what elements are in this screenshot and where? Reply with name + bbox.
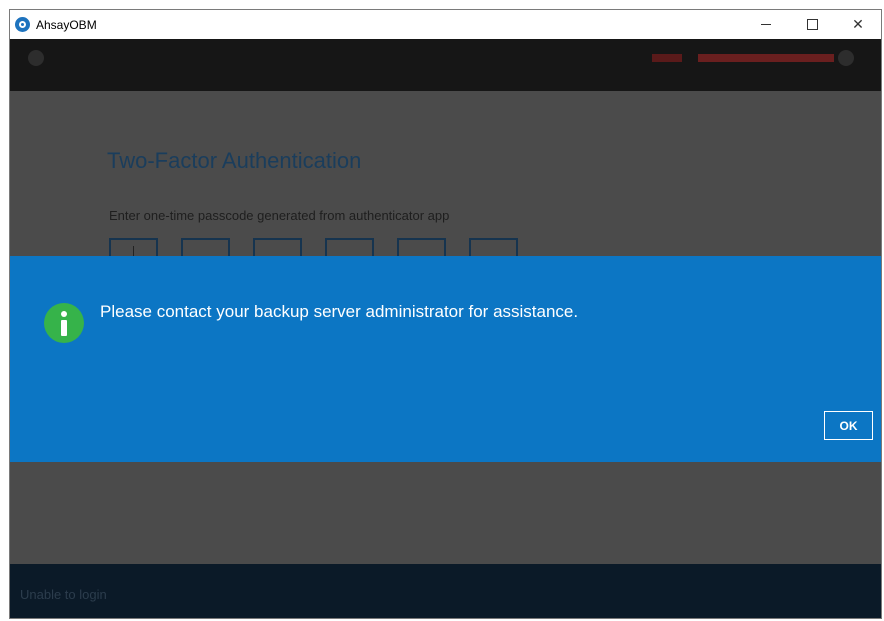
header-menu-icon[interactable] (838, 50, 854, 66)
minimize-button[interactable] (743, 10, 789, 39)
header-badge (652, 54, 682, 62)
header-logo-icon (28, 50, 44, 66)
dialog-message: Please contact your backup server admini… (100, 302, 579, 321)
info-dialog: Please contact your backup server admini… (10, 256, 881, 462)
close-icon: ✕ (852, 16, 864, 32)
info-icon (44, 303, 84, 343)
passcode-instruction: Enter one-time passcode generated from a… (109, 208, 450, 223)
title-bar: AhsayOBM ✕ (10, 10, 881, 39)
close-button[interactable]: ✕ (835, 10, 881, 39)
app-header (10, 39, 881, 91)
header-button[interactable] (698, 54, 834, 62)
window-title: AhsayOBM (36, 17, 97, 32)
maximize-button[interactable] (789, 10, 835, 39)
maximize-icon (806, 19, 818, 30)
status-message: Unable to login (20, 587, 107, 602)
page-title: Two-Factor Authentication (107, 148, 362, 173)
minimize-icon (761, 24, 771, 25)
window-controls: ✕ (743, 10, 881, 39)
status-bar: Unable to login (10, 564, 881, 618)
ahsay-logo-icon (15, 17, 30, 32)
ok-button[interactable]: OK (824, 411, 873, 440)
app-window: AhsayOBM ✕ Two-Factor Authentication Ent… (9, 9, 882, 619)
